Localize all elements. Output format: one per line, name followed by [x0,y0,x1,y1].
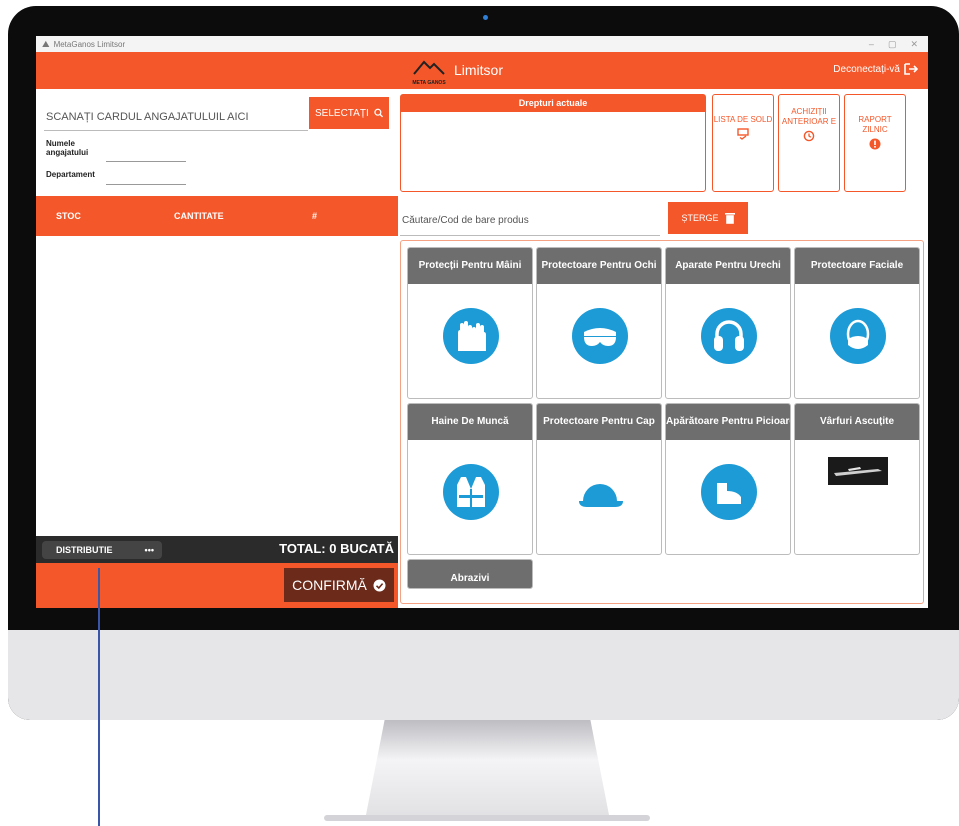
category-card-ear-protection[interactable]: Aparate Pentru Urechi [665,247,791,399]
confirm-bar: CONFIRMĂ [36,563,398,608]
category-title: Protectoare Pentru Ochi [537,248,661,284]
monitor-chin [8,630,959,720]
category-card-sharp-tips[interactable]: Vârfuri Ascuțite [794,403,920,555]
employee-name-label: Numele angajatului [46,139,89,157]
app-title: Limitsor [454,62,504,78]
confirm-button[interactable]: CONFIRMĂ [284,568,394,602]
category-card-head-protection[interactable]: Protectoare Pentru Cap [536,403,662,555]
list-check-icon [713,128,773,142]
confirm-label: CONFIRMĂ [292,577,367,593]
previous-purchases-button[interactable]: ACHIZIȚII ANTERIOAR E [778,94,840,192]
balance-list-button[interactable]: LISTA DE SOLD [712,94,774,192]
app-window: ⛰ MetaGanos Limitsor – ▢ ✕ META GANOS Li… [36,36,928,608]
trash-icon [724,213,735,224]
employee-card-input[interactable] [44,103,308,131]
logout-button[interactable]: Deconectați-vă [833,63,918,75]
window-controls: – ▢ ✕ [869,39,928,50]
column-hash: # [312,211,318,221]
select-employee-button[interactable]: SELECTAȚI [309,97,389,129]
daily-report-button[interactable]: RAPORT ZILNIC [844,94,906,192]
face-mask-icon [830,308,886,364]
previous-purchases-label: ACHIZIȚII ANTERIOAR E [781,107,837,126]
minimize-button[interactable]: – [869,39,874,50]
history-icon [779,130,839,144]
category-title: Protectoare Faciale [795,248,919,284]
hard-hat-icon [572,464,628,520]
category-title: Haine De Muncă [408,404,532,440]
daily-report-label: RAPORT ZILNIC [858,115,892,134]
product-search-input[interactable] [400,206,660,236]
category-title: Protectoare Pentru Cap [537,404,661,440]
category-card-work-clothes[interactable]: Haine De Muncă [407,403,533,555]
left-panel: SELECTAȚI Numele angajatului Departament… [36,89,398,608]
app-icon: ⛰ [42,38,50,49]
select-label: SELECTAȚI [315,107,369,119]
logout-icon [904,63,918,75]
category-card-eye-protection[interactable]: Protectoare Pentru Ochi [536,247,662,399]
category-card-foot-protection[interactable]: Apărătoare Pentru Picioare [665,403,791,555]
gloves-icon [443,308,499,364]
category-title: Abrazivi [408,560,532,588]
window-title: MetaGanos Limitsor [53,39,126,49]
distribution-label: DISTRIBUTIE [56,545,113,555]
more-icon: ••• [144,545,154,555]
maximize-button[interactable]: ▢ [888,39,897,50]
current-rights-header: Drepturi actuale [401,95,705,112]
category-card-abrasives[interactable]: Abrazivi [407,559,533,589]
title-bar: ⛰ MetaGanos Limitsor – ▢ ✕ [36,36,928,52]
category-title: Vârfuri Ascuțite [795,404,919,440]
ear-protection-icon [701,308,757,364]
category-title: Protecții Pentru Mâini [408,248,532,284]
total-count: TOTAL: 0 BUCATĂ [279,541,394,556]
alert-icon [845,138,905,152]
category-title: Apărătoare Pentru Picioare [666,404,790,440]
app-header: META GANOS Limitsor Deconectați-vă [36,52,928,89]
clear-button[interactable]: ȘTERGE [668,202,748,234]
product-photo [828,457,888,485]
clear-label: ȘTERGE [681,213,719,223]
search-icon [374,108,383,118]
current-rights-panel: Drepturi actuale [400,94,706,192]
department-label: Departament [46,170,95,179]
column-stock: STOC [56,211,81,221]
column-quantity: CANTITATE [174,211,224,221]
check-circle-icon [373,579,386,591]
close-button[interactable]: ✕ [910,39,918,50]
department-value [106,184,186,185]
goggles-icon [572,308,628,364]
employee-name-value [106,161,186,162]
category-title: Aparate Pentru Urechi [666,248,790,284]
camera-dot [483,15,488,20]
distribution-button[interactable]: DISTRIBUTIE ••• [42,541,162,559]
logout-label: Deconectați-vă [833,63,900,75]
callout-line [98,568,100,826]
logo: META GANOS [408,56,450,86]
balance-list-label: LISTA DE SOLD [713,115,773,124]
safety-vest-icon [443,464,499,520]
category-card-face-protection[interactable]: Protectoare Faciale [794,247,920,399]
category-grid: Protecții Pentru Mâini Protectoare Pentr… [400,240,924,604]
monitor-base [324,815,650,821]
distribution-bar: DISTRIBUTIE ••• TOTAL: 0 BUCATĂ [36,536,398,563]
stock-table-header: STOC CANTITATE # [36,196,398,236]
monitor-stand [365,720,610,820]
safety-boot-icon [701,464,757,520]
category-card-hand-protection[interactable]: Protecții Pentru Mâini [407,247,533,399]
logo-text: META GANOS [412,80,446,86]
